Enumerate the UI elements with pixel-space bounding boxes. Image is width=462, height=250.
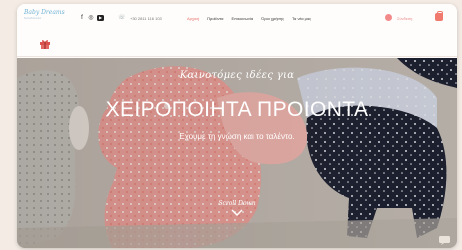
main-nav: Αρχική Προϊόντα Επικοινωνία Όροι χρήσης …: [187, 16, 311, 21]
instagram-icon[interactable]: ◎: [88, 15, 94, 21]
logo-text: Baby Dreams: [24, 9, 65, 16]
header-divider: [17, 56, 457, 57]
hero-overlay: [17, 58, 457, 248]
youtube-icon[interactable]: ▶: [97, 15, 104, 21]
site-header: Baby Dreams handmade f ◎ ▶ ☏ +30 2811 11…: [17, 4, 457, 38]
logo-subtext: handmade: [24, 16, 42, 20]
social-links: f ◎ ▶: [79, 15, 104, 21]
scroll-down-label[interactable]: Scroll Down: [17, 200, 457, 207]
phone-icon: ☏: [118, 15, 126, 21]
facebook-icon[interactable]: f: [79, 15, 85, 21]
hero-subtitle: Καινοτόμες ιδέες για: [179, 70, 295, 81]
gift-icon[interactable]: [39, 38, 51, 50]
hero-title: ΧΕΙΡΟΠΟΙΗΤΑ ΠΡΟΙΟΝΤΑ: [105, 98, 369, 121]
chevron-down-icon[interactable]: [230, 208, 244, 218]
account-icon[interactable]: [385, 14, 392, 21]
cart-icon[interactable]: [435, 11, 443, 21]
nav-item-terms[interactable]: Όροι χρήσης: [261, 16, 284, 21]
nav-item-products[interactable]: Προϊόντα: [207, 16, 223, 21]
site-logo[interactable]: Baby Dreams handmade: [24, 10, 65, 20]
login-link[interactable]: Σύνδεση: [397, 16, 412, 21]
nav-item-contact[interactable]: Επικοινωνία: [232, 16, 254, 21]
hero-description: Εχουμε τη γνώση και το ταλέντο.: [179, 132, 295, 141]
browser-frame: Baby Dreams handmade f ◎ ▶ ☏ +30 2811 11…: [17, 4, 457, 248]
phone-number[interactable]: +30 2811 116 103: [130, 16, 162, 21]
chat-icon[interactable]: [437, 234, 453, 246]
nav-item-home[interactable]: Αρχική: [187, 16, 199, 21]
nav-item-news[interactable]: Τα νέα μας: [292, 16, 311, 21]
hero-banner: Καινοτόμες ιδέες για ΧΕΙΡΟΠΟΙΗΤΑ ΠΡΟΙΟΝΤ…: [17, 58, 457, 248]
